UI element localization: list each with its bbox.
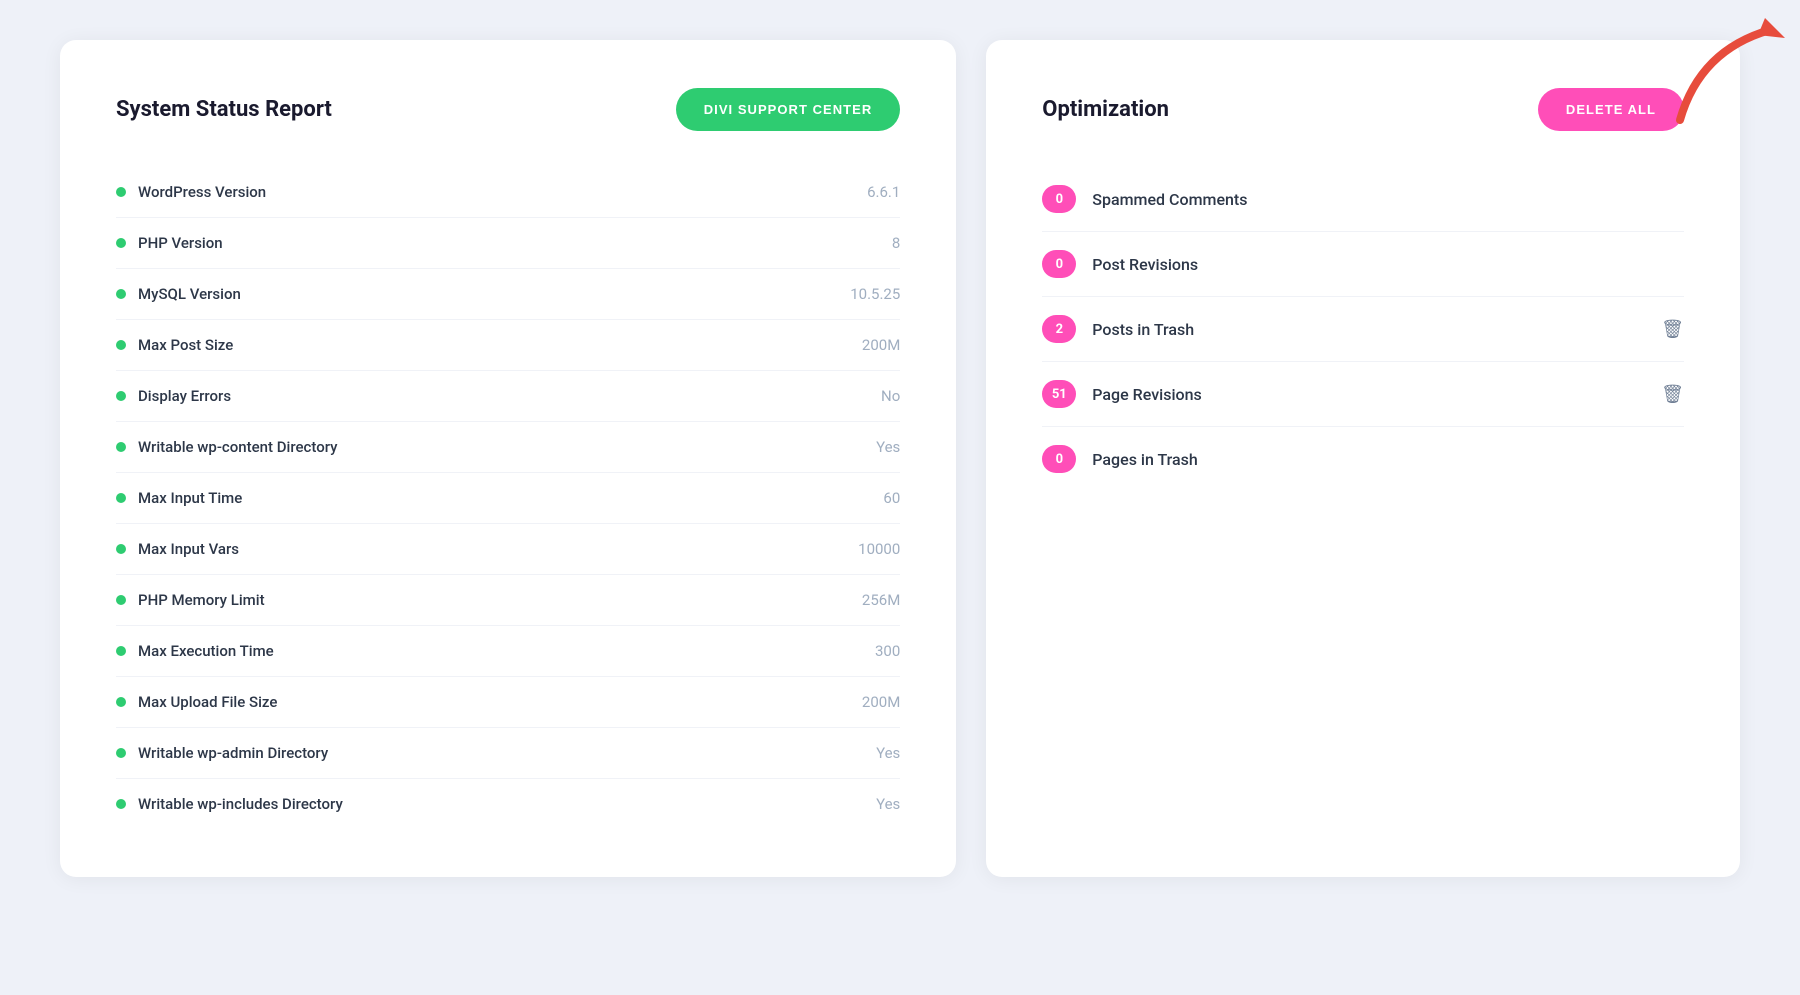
status-item-value: 60 <box>883 489 900 507</box>
system-status-header: System Status Report DIVI SUPPORT CENTER <box>116 88 900 131</box>
opt-item-label: Page Revisions <box>1092 385 1645 404</box>
status-item-label: MySQL Version <box>138 285 241 303</box>
status-item: WordPress Version 6.6.1 <box>116 167 900 218</box>
status-item: Writable wp-admin Directory Yes <box>116 728 900 779</box>
status-item-value: 8 <box>892 234 900 252</box>
optimization-item: 51 Page Revisions 🗑 <box>1042 362 1684 427</box>
status-dot <box>116 391 126 401</box>
delete-all-button[interactable]: DELETE ALL <box>1538 88 1684 131</box>
optimization-title: Optimization <box>1042 97 1169 122</box>
status-item-value: 200M <box>862 693 900 711</box>
status-item: PHP Memory Limit 256M <box>116 575 900 626</box>
status-dot <box>116 340 126 350</box>
status-item-value: Yes <box>876 795 900 813</box>
status-item-value: Yes <box>876 438 900 456</box>
system-status-title: System Status Report <box>116 97 332 122</box>
status-dot <box>116 697 126 707</box>
page-wrapper: System Status Report DIVI SUPPORT CENTER… <box>60 40 1740 877</box>
status-dot <box>116 493 126 503</box>
divi-support-center-button[interactable]: DIVI SUPPORT CENTER <box>676 88 901 131</box>
status-item-label: WordPress Version <box>138 183 266 201</box>
opt-count-badge: 0 <box>1042 445 1076 473</box>
status-item-value: 200M <box>862 336 900 354</box>
opt-count-badge: 2 <box>1042 315 1076 343</box>
opt-item-label: Pages in Trash <box>1092 450 1684 469</box>
status-dot <box>116 646 126 656</box>
arrow-decoration <box>1670 10 1790 130</box>
opt-count-badge: 51 <box>1042 380 1076 408</box>
optimization-header: Optimization DELETE ALL <box>1042 88 1684 131</box>
status-item-left: Writable wp-admin Directory <box>116 744 328 762</box>
status-item-label: Writable wp-includes Directory <box>138 795 343 813</box>
status-item-label: Writable wp-content Directory <box>138 438 338 456</box>
optimization-card: Optimization DELETE ALL 0 Spammed Commen… <box>986 40 1740 877</box>
status-dot <box>116 442 126 452</box>
trash-icon[interactable]: 🗑 <box>1661 384 1684 405</box>
status-item-label: Writable wp-admin Directory <box>138 744 328 762</box>
status-item-value: 10000 <box>858 540 900 558</box>
status-item-label: Max Input Vars <box>138 540 239 558</box>
status-dot <box>116 748 126 758</box>
status-item: Writable wp-content Directory Yes <box>116 422 900 473</box>
status-item-value: 10.5.25 <box>850 285 900 303</box>
optimization-item: 0 Pages in Trash <box>1042 427 1684 491</box>
status-item-label: Max Execution Time <box>138 642 274 660</box>
status-item-value: No <box>881 387 900 405</box>
status-item: Writable wp-includes Directory Yes <box>116 779 900 829</box>
status-item-left: Max Upload File Size <box>116 693 277 711</box>
optimization-item: 0 Post Revisions <box>1042 232 1684 297</box>
opt-item-label: Spammed Comments <box>1092 190 1684 209</box>
optimization-item: 2 Posts in Trash 🗑 <box>1042 297 1684 362</box>
status-item-label: PHP Version <box>138 234 223 252</box>
status-item-label: Max Post Size <box>138 336 233 354</box>
status-dot <box>116 187 126 197</box>
status-item: Max Post Size 200M <box>116 320 900 371</box>
optimization-list: 0 Spammed Comments 0 Post Revisions 2 Po… <box>1042 167 1684 491</box>
status-item-left: PHP Memory Limit <box>116 591 265 609</box>
status-item: Max Execution Time 300 <box>116 626 900 677</box>
status-item-left: Max Input Time <box>116 489 242 507</box>
status-item-left: PHP Version <box>116 234 223 252</box>
status-dot <box>116 238 126 248</box>
status-item-left: Writable wp-content Directory <box>116 438 338 456</box>
system-status-card: System Status Report DIVI SUPPORT CENTER… <box>60 40 956 877</box>
status-item-left: Max Execution Time <box>116 642 274 660</box>
status-item-label: Max Input Time <box>138 489 242 507</box>
opt-count-badge: 0 <box>1042 185 1076 213</box>
status-item-label: Display Errors <box>138 387 231 405</box>
status-dot <box>116 595 126 605</box>
status-item: MySQL Version 10.5.25 <box>116 269 900 320</box>
status-item-label: Max Upload File Size <box>138 693 277 711</box>
status-item-label: PHP Memory Limit <box>138 591 265 609</box>
status-item: Max Upload File Size 200M <box>116 677 900 728</box>
status-dot <box>116 544 126 554</box>
optimization-item: 0 Spammed Comments <box>1042 167 1684 232</box>
status-item: Display Errors No <box>116 371 900 422</box>
status-list: WordPress Version 6.6.1 PHP Version 8 My… <box>116 167 900 829</box>
trash-icon[interactable]: 🗑 <box>1661 319 1684 340</box>
status-item-value: 6.6.1 <box>867 183 900 201</box>
opt-item-label: Posts in Trash <box>1092 320 1645 339</box>
status-dot <box>116 799 126 809</box>
status-item: Max Input Vars 10000 <box>116 524 900 575</box>
status-item: PHP Version 8 <box>116 218 900 269</box>
status-item-left: Max Input Vars <box>116 540 239 558</box>
status-item-left: WordPress Version <box>116 183 266 201</box>
status-item-left: Max Post Size <box>116 336 233 354</box>
opt-item-label: Post Revisions <box>1092 255 1684 274</box>
status-item-left: Writable wp-includes Directory <box>116 795 343 813</box>
status-item-value: 256M <box>862 591 900 609</box>
status-dot <box>116 289 126 299</box>
status-item-value: Yes <box>876 744 900 762</box>
status-item: Max Input Time 60 <box>116 473 900 524</box>
opt-count-badge: 0 <box>1042 250 1076 278</box>
status-item-value: 300 <box>875 642 900 660</box>
status-item-left: Display Errors <box>116 387 231 405</box>
status-item-left: MySQL Version <box>116 285 241 303</box>
